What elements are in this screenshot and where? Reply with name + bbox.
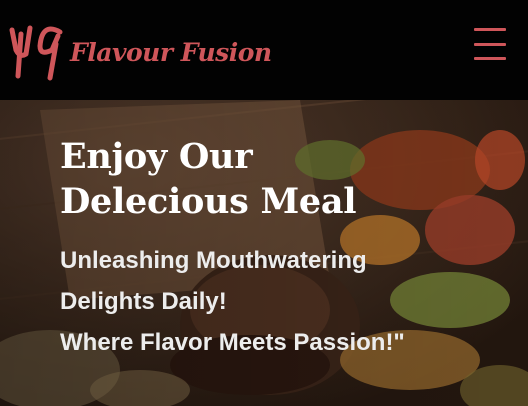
hero-subtitle: Unleashing Mouthwatering Delights Daily!… xyxy=(60,240,510,363)
brand-name: Flavour Fusion xyxy=(70,37,272,67)
hero-subtitle-line: Unleashing Mouthwatering xyxy=(60,247,367,274)
hero-title-line: Delecious Meal xyxy=(60,181,357,222)
fork-knife-logo-icon xyxy=(9,25,63,81)
hamburger-menu-icon[interactable] xyxy=(474,28,508,60)
navbar: Flavour Fusion xyxy=(0,0,528,100)
hero-subtitle-line: Where Flavor Meets Passion!" xyxy=(60,329,405,356)
page: Flavour Fusion Enjoy Our Delecious Meal … xyxy=(0,0,528,406)
hero-content: Enjoy Our Delecious Meal Unleashing Mout… xyxy=(60,134,510,363)
hero-title: Enjoy Our Delecious Meal xyxy=(60,134,510,224)
hero-title-line: Enjoy Our xyxy=(60,136,253,177)
brand-logo[interactable]: Flavour Fusion xyxy=(6,18,272,82)
hero-subtitle-line: Delights Daily! xyxy=(60,288,227,315)
hero-section: Enjoy Our Delecious Meal Unleashing Mout… xyxy=(0,100,528,406)
